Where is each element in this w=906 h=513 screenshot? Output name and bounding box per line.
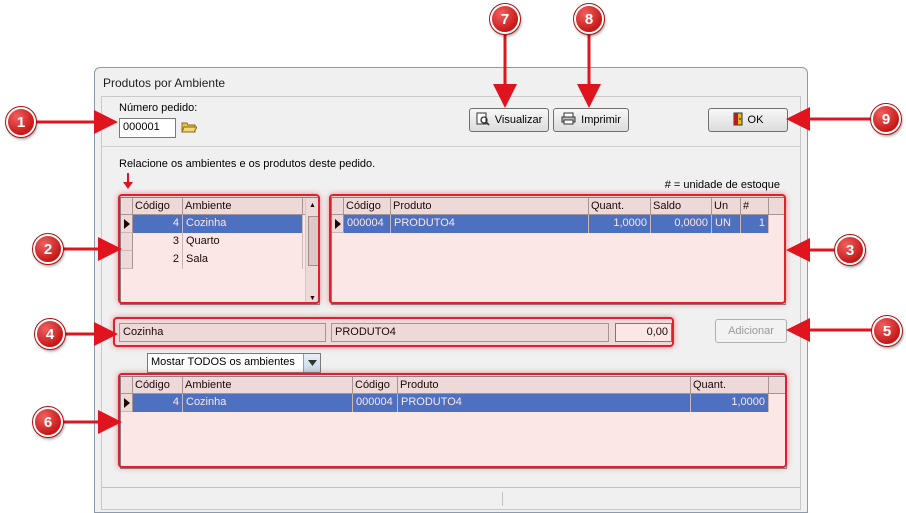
callout-badge-9: 9 [870, 103, 902, 135]
callout-badge-1: 1 [5, 106, 37, 138]
callout-badge-3: 3 [834, 234, 866, 266]
callout-badge-6: 6 [32, 406, 64, 438]
callout-badge-7: 7 [489, 3, 521, 35]
callout-badge-2: 2 [32, 233, 64, 265]
callout-badge-8: 8 [573, 3, 605, 35]
callout-badge-4: 4 [34, 318, 66, 350]
callout-badge-5: 5 [871, 315, 903, 347]
callout-arrows [35, 34, 874, 434]
